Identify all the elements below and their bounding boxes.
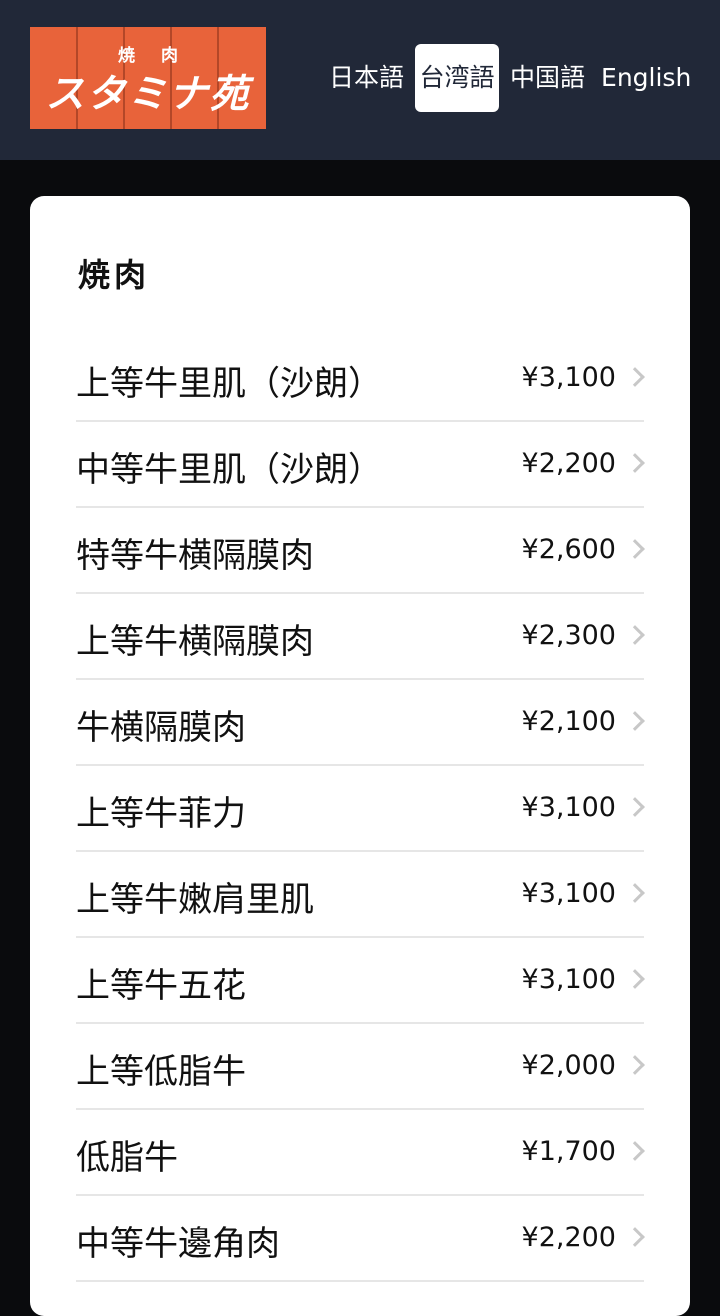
item-price: ¥3,100: [521, 964, 616, 995]
menu-item[interactable]: 上等牛嫩肩里肌 ¥3,100: [76, 852, 645, 938]
brand-logo[interactable]: 焼肉 スタミナ苑: [30, 27, 266, 129]
menu-item[interactable]: 中等牛里肌（沙朗） ¥2,200: [76, 422, 645, 508]
lang-taiwanese[interactable]: 台湾語: [415, 44, 500, 112]
section-title: 焼肉: [78, 256, 151, 294]
item-price: ¥2,200: [521, 1222, 616, 1253]
menu-item[interactable]: 上等牛五花 ¥3,100: [76, 938, 645, 1024]
chevron-right-icon: [625, 797, 645, 817]
menu-item[interactable]: 上等牛横隔膜肉 ¥2,300: [76, 594, 645, 680]
lang-english[interactable]: English: [594, 44, 698, 112]
menu-list: 上等牛里肌（沙朗） ¥3,100 中等牛里肌（沙朗） ¥2,200 特等牛横隔膜…: [76, 336, 645, 1282]
chevron-right-icon: [625, 1227, 645, 1247]
lang-japanese[interactable]: 日本語: [322, 44, 411, 112]
item-name: 低脂牛: [76, 1138, 178, 1178]
language-switcher: 日本語 台湾語 中国語 English: [322, 44, 698, 112]
item-name: 上等牛菲力: [76, 794, 246, 834]
item-price: ¥2,300: [521, 620, 616, 651]
item-price: ¥3,100: [521, 362, 616, 393]
item-name: 上等低脂牛: [76, 1052, 246, 1092]
chevron-right-icon: [625, 625, 645, 645]
menu-item[interactable]: 中等牛邊角肉 ¥2,200: [76, 1196, 645, 1282]
header: 焼肉 スタミナ苑 日本語 台湾語 中国語 English: [0, 0, 720, 160]
chevron-right-icon: [625, 883, 645, 903]
item-name: 上等牛五花: [76, 966, 246, 1006]
menu-item[interactable]: 特等牛横隔膜肉 ¥2,600: [76, 508, 645, 594]
logo-subtitle: 焼肉: [118, 46, 204, 66]
item-price: ¥2,000: [521, 1050, 616, 1081]
chevron-right-icon: [625, 969, 645, 989]
menu-card: 焼肉 上等牛里肌（沙朗） ¥3,100 中等牛里肌（沙朗） ¥2,200 特等牛…: [30, 196, 690, 1316]
chevron-right-icon: [625, 1141, 645, 1161]
item-price: ¥3,100: [521, 878, 616, 909]
item-name: 中等牛邊角肉: [76, 1224, 280, 1264]
chevron-right-icon: [625, 1055, 645, 1075]
item-name: 牛横隔膜肉: [76, 708, 246, 748]
chevron-right-icon: [625, 539, 645, 559]
chevron-right-icon: [625, 453, 645, 473]
item-name: 中等牛里肌（沙朗）: [76, 450, 382, 490]
chevron-right-icon: [625, 367, 645, 387]
menu-item[interactable]: 低脂牛 ¥1,700: [76, 1110, 645, 1196]
menu-item[interactable]: 上等牛菲力 ¥3,100: [76, 766, 645, 852]
menu-item[interactable]: 上等牛里肌（沙朗） ¥3,100: [76, 336, 645, 422]
menu-item[interactable]: 牛横隔膜肉 ¥2,100: [76, 680, 645, 766]
item-price: ¥3,100: [521, 792, 616, 823]
item-price: ¥2,100: [521, 706, 616, 737]
lang-chinese[interactable]: 中国語: [503, 44, 592, 112]
chevron-right-icon: [625, 711, 645, 731]
item-name: 特等牛横隔膜肉: [76, 536, 314, 576]
item-name: 上等牛嫩肩里肌: [76, 880, 314, 920]
item-price: ¥1,700: [521, 1136, 616, 1167]
item-price: ¥2,200: [521, 448, 616, 479]
item-price: ¥2,600: [521, 534, 616, 565]
item-name: 上等牛里肌（沙朗）: [76, 364, 382, 404]
item-name: 上等牛横隔膜肉: [76, 622, 314, 662]
menu-item[interactable]: 上等低脂牛 ¥2,000: [76, 1024, 645, 1110]
logo-brand-name: スタミナ苑: [45, 71, 251, 117]
